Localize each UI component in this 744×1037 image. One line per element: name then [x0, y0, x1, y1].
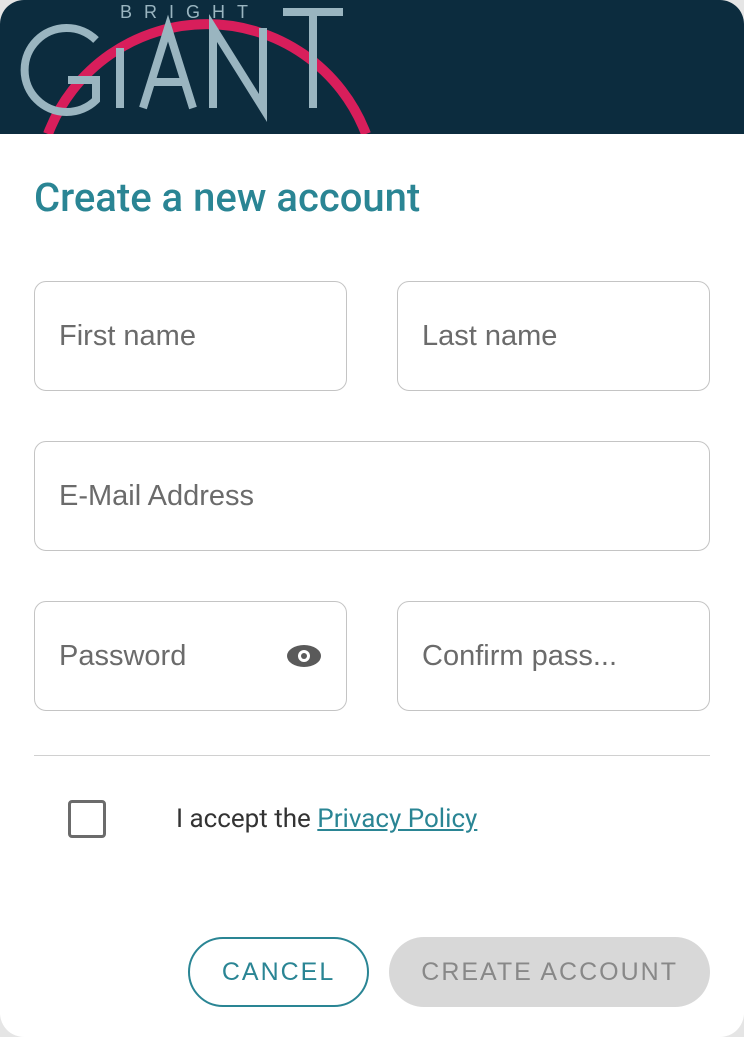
- privacy-prefix: I accept the: [176, 804, 317, 834]
- divider: [34, 755, 710, 756]
- confirm-password-input[interactable]: [422, 640, 685, 673]
- privacy-policy-link[interactable]: Privacy Policy: [317, 804, 477, 834]
- create-account-button[interactable]: CREATE ACCOUNT: [389, 937, 710, 1007]
- svg-text:BRIGHT: BRIGHT: [120, 2, 260, 22]
- first-name-field-wrapper: [34, 281, 347, 391]
- privacy-checkbox[interactable]: [68, 800, 106, 838]
- last-name-field-wrapper: [397, 281, 710, 391]
- privacy-row: I accept the Privacy Policy: [34, 800, 710, 838]
- name-row: [34, 281, 710, 391]
- password-input[interactable]: [59, 640, 276, 673]
- privacy-label: I accept the Privacy Policy: [176, 804, 477, 834]
- brand-logo: BRIGHT: [8, 0, 378, 134]
- eye-icon: [286, 644, 322, 668]
- toggle-password-visibility[interactable]: [286, 637, 322, 675]
- confirm-password-field-wrapper: [397, 601, 710, 711]
- email-input[interactable]: [59, 480, 685, 513]
- last-name-input[interactable]: [422, 320, 685, 353]
- content-area: Create a new account: [0, 134, 744, 1037]
- password-field-wrapper: [34, 601, 347, 711]
- signup-dialog: BRIGHT Create a new account: [0, 0, 744, 1037]
- button-row: CANCEL CREATE ACCOUNT: [34, 937, 710, 1007]
- page-title: Create a new account: [34, 174, 710, 221]
- header: BRIGHT: [0, 0, 744, 134]
- password-row: [34, 601, 710, 711]
- cancel-button[interactable]: CANCEL: [188, 937, 369, 1007]
- first-name-input[interactable]: [59, 320, 322, 353]
- email-row: [34, 441, 710, 551]
- email-field-wrapper: [34, 441, 710, 551]
